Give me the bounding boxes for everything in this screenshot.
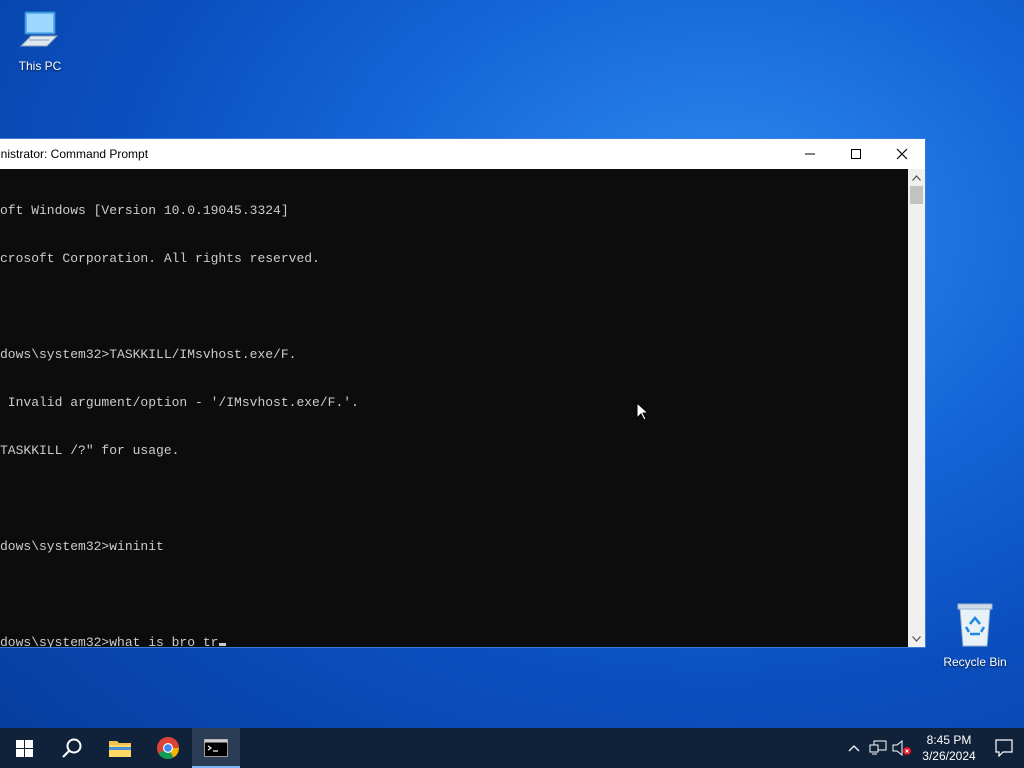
minimize-button[interactable]	[787, 139, 833, 169]
console-output[interactable]: oft Windows [Version 10.0.19045.3324] cr…	[0, 169, 908, 647]
close-icon	[896, 148, 908, 160]
command-prompt-window[interactable]: inistrator: Command Prompt oft Windows […	[0, 138, 926, 648]
start-button[interactable]	[0, 728, 48, 768]
scroll-down-arrow[interactable]	[908, 630, 925, 647]
maximize-button[interactable]	[833, 139, 879, 169]
recycle-bin-icon	[957, 603, 993, 647]
console-line: dows\system32>TASKKILL/IMsvhost.exe/F.	[0, 347, 297, 362]
computer-icon	[19, 11, 59, 47]
mouse-pointer-icon	[636, 402, 650, 421]
window-controls	[787, 139, 925, 169]
console-input-line[interactable]: dows\system32>what is bro tr	[0, 635, 908, 647]
windows-logo-icon	[15, 739, 33, 757]
chrome-button[interactable]	[144, 728, 192, 768]
command-prompt-taskbar-button[interactable]	[192, 728, 240, 768]
window-titlebar[interactable]: inistrator: Command Prompt	[0, 139, 925, 169]
action-center-button[interactable]	[984, 728, 1024, 768]
scroll-up-arrow[interactable]	[908, 169, 925, 186]
clock-time: 8:45 PM	[926, 733, 972, 747]
chevron-up-icon	[848, 745, 860, 752]
recycle-bin-desktop-icon[interactable]: Recycle Bin	[935, 600, 1015, 669]
console-line: dows\system32>wininit	[0, 539, 164, 554]
console-line: crosoft Corporation. All rights reserved…	[0, 251, 320, 266]
search-button[interactable]	[48, 728, 96, 768]
chevron-down-icon	[912, 635, 921, 642]
maximize-icon	[851, 149, 861, 159]
notification-icon	[995, 739, 1013, 757]
terminal-icon	[204, 739, 228, 757]
vertical-scrollbar[interactable]	[908, 169, 925, 647]
console-line: Invalid argument/option - '/IMsvhost.exe…	[0, 395, 359, 410]
file-explorer-button[interactable]	[96, 728, 144, 768]
system-tray: 8:45 PM 3/26/2024	[842, 728, 1024, 768]
scroll-thumb[interactable]	[910, 186, 923, 204]
volume-muted-icon	[892, 740, 911, 756]
volume-button[interactable]	[890, 728, 914, 768]
console-line: oft Windows [Version 10.0.19045.3324]	[0, 203, 289, 218]
chrome-icon	[157, 737, 179, 759]
folder-icon	[109, 741, 131, 757]
console-line: TASKKILL /?" for usage.	[0, 443, 180, 458]
taskbar: 8:45 PM 3/26/2024	[0, 728, 1024, 768]
console-input-text: dows\system32>what is bro tr	[0, 635, 219, 647]
recycle-bin-label: Recycle Bin	[943, 655, 1007, 669]
clock-date: 3/26/2024	[922, 749, 976, 763]
chevron-up-icon	[912, 174, 921, 181]
this-pc-desktop-icon[interactable]: This PC	[0, 8, 80, 73]
search-icon	[62, 738, 82, 758]
this-pc-label: This PC	[18, 59, 62, 73]
network-button[interactable]	[866, 728, 890, 768]
text-cursor	[219, 643, 227, 646]
window-title: inistrator: Command Prompt	[0, 147, 149, 161]
clock[interactable]: 8:45 PM 3/26/2024	[914, 732, 984, 764]
show-hidden-icons-button[interactable]	[842, 728, 866, 768]
network-icon	[869, 740, 887, 755]
close-button[interactable]	[879, 139, 925, 169]
minimize-icon	[805, 153, 815, 155]
